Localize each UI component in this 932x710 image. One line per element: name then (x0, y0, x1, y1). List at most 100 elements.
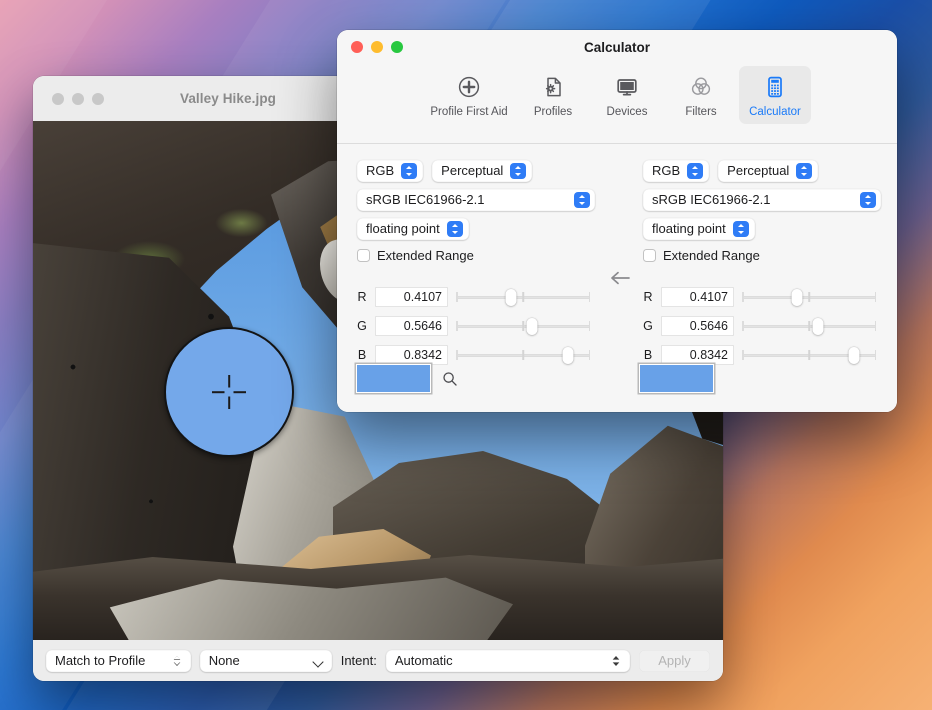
source-profile-row: sRGB IEC61966-2.1 (357, 189, 595, 211)
stepper-icon[interactable] (446, 221, 463, 237)
slider-thumb[interactable] (562, 347, 574, 364)
source-intent-popup[interactable]: Perceptual (432, 160, 533, 182)
slider-tick (522, 350, 524, 360)
slider-thumb[interactable] (791, 289, 803, 306)
slider-tick (742, 350, 744, 360)
tab-profile-first-aid[interactable]: Profile First Aid (423, 66, 515, 124)
stepper-icon[interactable] (510, 163, 527, 179)
channel-slider[interactable] (742, 346, 876, 364)
source-extended-range-row[interactable]: Extended Range (357, 248, 595, 263)
channel-label: B (357, 348, 367, 362)
image-window-bottom-bar: Match to Profile None Intent: Automatic (33, 640, 723, 681)
tab-label: Profiles (533, 106, 573, 118)
slider-thumb[interactable] (848, 347, 860, 364)
source-color-panel: RGB Perceptual sRGB IEC61966-2.1 floatin… (357, 160, 595, 374)
destination-profile-popup[interactable]: sRGB IEC61966-2.1 (643, 189, 881, 211)
slider-tick (456, 321, 458, 331)
source-colorspace-popup[interactable]: RGB (357, 160, 424, 182)
venn-circles-icon (689, 72, 713, 102)
channel-value-input[interactable]: 0.8342 (661, 345, 734, 365)
chevron-down-icon[interactable] (312, 654, 326, 668)
match-mode-popup[interactable]: Match to Profile (46, 649, 191, 672)
calculator-icon (763, 72, 787, 102)
intent-value-label: Automatic (394, 652, 453, 668)
source-swatch-row (357, 365, 458, 392)
slider-tick (874, 350, 876, 360)
stepper-icon[interactable] (732, 221, 749, 237)
channel-row: B 0.8342 (643, 345, 881, 365)
channel-slider[interactable] (456, 288, 590, 306)
source-profile-popup[interactable]: sRGB IEC61966-2.1 (357, 189, 595, 211)
channel-slider[interactable] (456, 346, 590, 364)
stepper-icon[interactable] (574, 192, 590, 208)
destination-color-swatch[interactable] (640, 365, 713, 392)
calculator-window-title: Calculator (583, 39, 651, 55)
channel-row: G 0.5646 (643, 316, 881, 336)
destination-extended-range-row[interactable]: Extended Range (643, 248, 881, 263)
slider-tick (808, 292, 810, 302)
profile-label: None (208, 652, 240, 668)
channel-value-input[interactable]: 0.4107 (375, 287, 448, 307)
stepper-icon[interactable] (608, 653, 624, 669)
channel-slider[interactable] (742, 317, 876, 335)
stepper-icon[interactable] (687, 163, 704, 179)
destination-format-row: floating point (643, 218, 881, 240)
tab-profiles[interactable]: Profiles (517, 66, 589, 124)
tab-calculator[interactable]: Calculator (739, 66, 811, 124)
source-intent-label: Perceptual (441, 163, 504, 178)
document-gear-icon (541, 72, 565, 102)
destination-colorspace-popup[interactable]: RGB (643, 160, 710, 182)
arrow-left-icon (609, 269, 631, 287)
slider-tick (588, 292, 590, 302)
slider-tick (588, 321, 590, 331)
profile-popup[interactable]: None (199, 649, 332, 672)
channel-value-input[interactable]: 0.8342 (375, 345, 448, 365)
channel-row: R 0.4107 (643, 287, 881, 307)
stepper-icon[interactable] (796, 163, 813, 179)
magnifier-icon[interactable] (442, 371, 458, 387)
slider-tick (874, 292, 876, 302)
slider-thumb[interactable] (505, 289, 517, 306)
source-number-format-popup[interactable]: floating point (357, 218, 469, 240)
calculator-body: RGB Perceptual sRGB IEC61966-2.1 floatin… (337, 144, 897, 412)
destination-channel-sliders: R 0.4107 G 0.5646 B 0.8342 (643, 287, 881, 365)
stepper-icon[interactable] (401, 163, 418, 179)
calculator-toolbar: Profile First Aid Profiles Devices Filte… (337, 64, 897, 144)
slider-tick (808, 321, 810, 331)
slider-tick (874, 321, 876, 331)
destination-profile-label: sRGB IEC61966-2.1 (652, 192, 771, 207)
intent-label: Intent: (340, 653, 377, 668)
intent-popup[interactable]: Automatic (385, 649, 630, 672)
channel-slider[interactable] (456, 317, 590, 335)
desktop-wallpaper: Valley Hike.jpg Match to Profile None In… (0, 0, 932, 710)
channel-value-input[interactable]: 0.4107 (661, 287, 734, 307)
extended-range-checkbox[interactable] (357, 249, 370, 262)
stepper-icon[interactable] (860, 192, 876, 208)
source-color-swatch[interactable] (357, 365, 430, 392)
destination-colorspace-label: RGB (652, 163, 681, 178)
channel-label: B (643, 348, 653, 362)
channel-row: R 0.4107 (357, 287, 595, 307)
channel-value-input[interactable]: 0.5646 (375, 316, 448, 336)
channel-label: G (643, 319, 653, 333)
slider-tick (588, 350, 590, 360)
destination-space-row: RGB Perceptual (643, 160, 881, 182)
destination-number-format-popup[interactable]: floating point (643, 218, 755, 240)
destination-intent-popup[interactable]: Perceptual (718, 160, 819, 182)
color-picker-loupe[interactable] (164, 327, 294, 457)
apply-button[interactable]: Apply (639, 649, 710, 672)
slider-tick (742, 292, 744, 302)
tab-devices[interactable]: Devices (591, 66, 663, 124)
slider-thumb[interactable] (526, 318, 538, 335)
slider-thumb[interactable] (812, 318, 824, 335)
channel-slider[interactable] (742, 288, 876, 306)
colorsync-calculator-window[interactable]: Calculator Profile First Aid Profiles De… (337, 30, 897, 412)
slider-tick (456, 292, 458, 302)
slider-tick (742, 321, 744, 331)
channel-value-input[interactable]: 0.5646 (661, 316, 734, 336)
stepper-icon[interactable] (169, 653, 185, 669)
extended-range-checkbox[interactable] (643, 249, 656, 262)
tab-filters[interactable]: Filters (665, 66, 737, 124)
source-space-row: RGB Perceptual (357, 160, 595, 182)
chevron-updown-icon (173, 655, 180, 666)
